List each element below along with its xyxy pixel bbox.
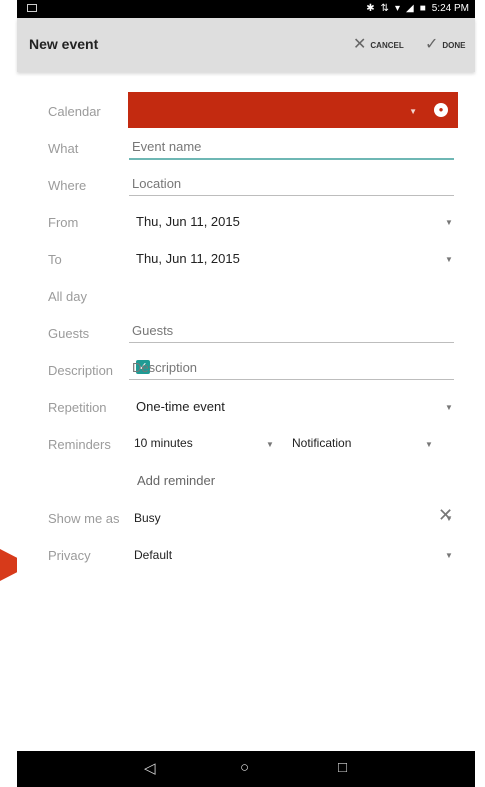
app-bar: New event ✕ CANCEL ✓ DONE bbox=[17, 18, 475, 72]
event-name-field[interactable]: Event name bbox=[132, 139, 201, 154]
location-underline bbox=[129, 195, 454, 196]
guests-underline bbox=[129, 342, 454, 343]
event-name-underline bbox=[129, 158, 454, 160]
reminders-row: Reminders 10 minutes ▼ Notification ▼ bbox=[17, 425, 475, 462]
status-time: 5:24 PM bbox=[431, 3, 469, 14]
done-button[interactable]: ✓ DONE bbox=[425, 37, 466, 53]
status-bar: ✱ ⇅ ▾ ◢ ■ 5:24 PM bbox=[17, 0, 475, 18]
chevron-down-icon[interactable]: ▼ bbox=[445, 403, 453, 412]
bluetooth-icon: ✱ bbox=[366, 3, 375, 14]
show-me-as-row[interactable]: Show me as Busy ▼ bbox=[17, 499, 475, 536]
back-icon[interactable]: ◁ bbox=[144, 759, 156, 777]
privacy-select[interactable]: Default bbox=[134, 548, 172, 562]
from-row[interactable]: From Thu, Jun 11, 2015 ▼ bbox=[17, 203, 475, 240]
what-label: What bbox=[48, 141, 79, 156]
calendar-label: Calendar bbox=[48, 104, 101, 119]
description-field[interactable]: Description bbox=[132, 360, 197, 375]
where-label: Where bbox=[48, 178, 87, 193]
description-row: Description Description bbox=[17, 351, 475, 388]
battery-icon: ■ bbox=[419, 3, 426, 14]
add-reminder-row[interactable]: Add reminder bbox=[17, 462, 475, 499]
done-label: DONE bbox=[442, 40, 466, 50]
all-day-row: All day bbox=[17, 277, 475, 314]
show-me-as-label: Show me as bbox=[48, 511, 120, 526]
cancel-label: CANCEL bbox=[370, 40, 404, 50]
all-day-label: All day bbox=[48, 289, 88, 304]
chevron-down-icon[interactable]: ▼ bbox=[445, 514, 453, 523]
reminders-label: Reminders bbox=[48, 437, 111, 452]
status-icons: ✱ ⇅ ▾ ◢ ■ 5:24 PM bbox=[366, 3, 469, 14]
signal-icon: ◢ bbox=[406, 3, 414, 14]
to-date[interactable]: Thu, Jun 11, 2015 bbox=[136, 251, 240, 266]
chevron-down-icon[interactable]: ▼ bbox=[445, 551, 453, 560]
navigation-bar: ◁ ○ □ bbox=[17, 751, 475, 787]
to-row[interactable]: To Thu, Jun 11, 2015 ▼ bbox=[17, 240, 475, 277]
where-row: Where Location bbox=[17, 166, 475, 203]
cancel-button[interactable]: ✕ CANCEL bbox=[353, 37, 404, 53]
recents-icon[interactable]: □ bbox=[338, 759, 347, 776]
repetition-label: Repetition bbox=[48, 400, 107, 415]
chevron-down-icon[interactable]: ▼ bbox=[445, 255, 453, 264]
repetition-row[interactable]: Repetition One-time event ▼ bbox=[17, 388, 475, 425]
data-icon: ⇅ bbox=[380, 3, 389, 14]
chevron-down-icon: ▼ bbox=[409, 107, 417, 116]
reminder-method-select[interactable]: Notification bbox=[292, 436, 351, 450]
check-icon: ✓ bbox=[425, 36, 439, 53]
notification-icon bbox=[27, 4, 37, 12]
from-date[interactable]: Thu, Jun 11, 2015 bbox=[136, 214, 240, 229]
chevron-down-icon[interactable]: ▼ bbox=[425, 440, 433, 449]
description-underline bbox=[129, 379, 454, 380]
guests-field[interactable]: Guests bbox=[132, 323, 173, 338]
reminder-time-select[interactable]: 10 minutes bbox=[134, 436, 193, 450]
wifi-icon: ▾ bbox=[394, 3, 400, 14]
calendar-selector[interactable]: ▼ ● bbox=[128, 92, 458, 128]
from-label: From bbox=[48, 215, 79, 230]
guests-row: Guests Guests bbox=[17, 314, 475, 351]
phone-screen: ✱ ⇅ ▾ ◢ ■ 5:24 PM New event ✕ CANCEL ✓ D… bbox=[17, 0, 475, 787]
privacy-row[interactable]: Privacy Default ▼ bbox=[17, 536, 475, 573]
add-reminder-button[interactable]: Add reminder bbox=[137, 473, 215, 488]
guests-label: Guests bbox=[48, 326, 90, 341]
privacy-label: Privacy bbox=[48, 548, 91, 563]
to-label: To bbox=[48, 252, 62, 267]
location-field[interactable]: Location bbox=[132, 176, 181, 191]
repetition-select[interactable]: One-time event bbox=[136, 399, 225, 414]
page-title: New event bbox=[29, 36, 99, 52]
home-icon[interactable]: ○ bbox=[240, 759, 249, 776]
palette-icon[interactable]: ● bbox=[434, 103, 448, 117]
description-label: Description bbox=[48, 363, 114, 378]
close-icon: ✕ bbox=[353, 36, 367, 53]
show-me-as-select[interactable]: Busy bbox=[134, 511, 161, 525]
chevron-down-icon[interactable]: ▼ bbox=[266, 440, 274, 449]
chevron-down-icon[interactable]: ▼ bbox=[445, 218, 453, 227]
what-row: What Event name bbox=[17, 129, 475, 166]
